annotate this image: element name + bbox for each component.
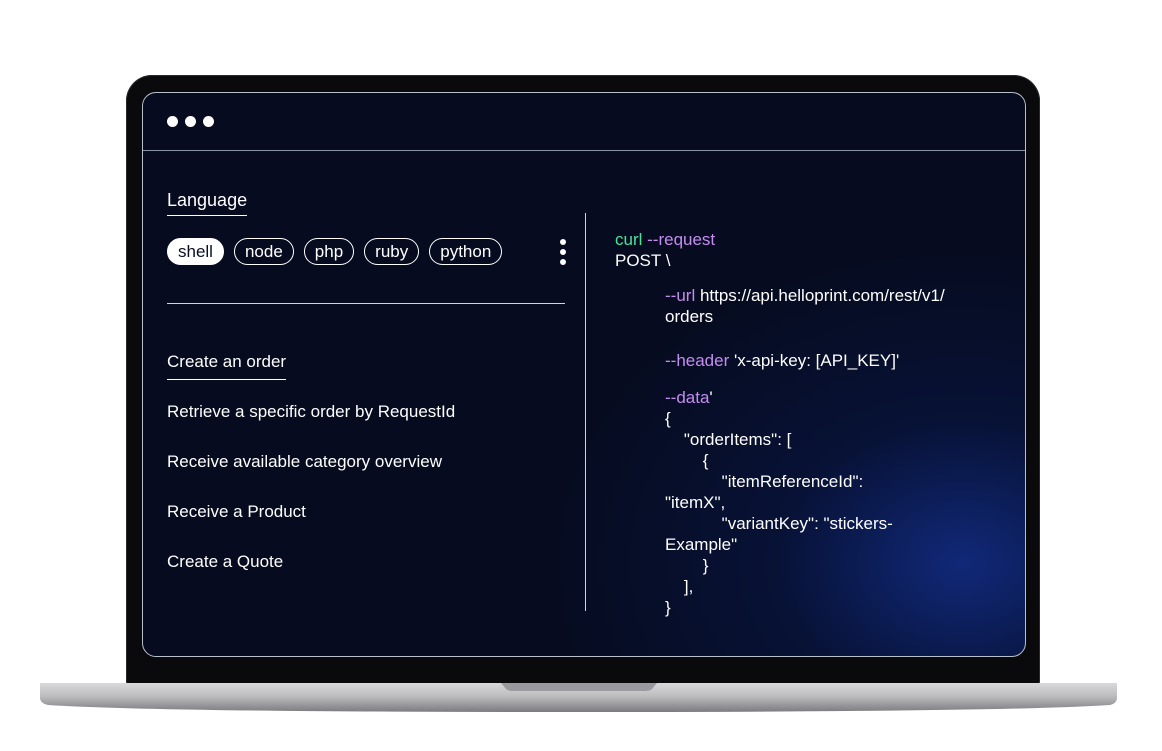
code-line: } [665,598,671,617]
code-gap [615,327,995,350]
code-flag: --header [665,351,730,370]
window-control-dot[interactable] [185,116,196,127]
panel-divider [585,213,586,611]
endpoint-label: Receive available category overview [167,452,442,471]
code-line: "itemX", [665,493,726,512]
code-command: curl [615,230,643,249]
code-flag: --data [665,388,710,407]
code-line: "variantKey": "stickers- [665,514,893,533]
laptop-mockup: Language shell node php ruby python Crea… [0,0,1162,751]
language-tab-ruby[interactable]: ruby [364,238,420,265]
code-line: --header 'x-api-key: [API_KEY]' [615,350,995,371]
section-divider [167,303,565,304]
code-flag: --request [642,230,716,249]
language-tab-shell[interactable]: shell [167,238,224,265]
code-gap [615,271,995,285]
window-control-dot[interactable] [167,116,178,127]
endpoint-label: Receive a Product [167,502,306,521]
endpoint-item-category-overview[interactable]: Receive available category overview [167,451,455,501]
language-tab-python[interactable]: python [429,238,503,265]
endpoint-label: Create an order [167,351,287,380]
code-line: curl --request [615,229,995,250]
code-value: ' [709,388,713,407]
endpoint-item-create-order[interactable]: Create an order [167,351,455,401]
language-tabs: shell node php ruby python [167,238,503,265]
code-gap [615,371,995,387]
code-value: https://api.helloprint.com/rest/v1/ [695,286,945,305]
code-line: Example" [665,535,738,554]
language-tab-php[interactable]: php [303,238,355,265]
code-flag: --url [665,286,696,305]
code-line: --url https://api.helloprint.com/rest/v1… [615,285,995,306]
app-window: Language shell node php ruby python Crea… [142,92,1026,657]
endpoint-item-create-quote[interactable]: Create a Quote [167,551,455,601]
code-line: { [665,451,709,470]
endpoint-label: Create a Quote [167,552,284,571]
code-line: } [665,556,709,575]
endpoint-label: Retrieve a specific order by RequestId [167,402,456,421]
endpoint-item-receive-product[interactable]: Receive a Product [167,501,455,551]
code-value: 'x-api-key: [API_KEY]' [729,351,900,370]
window-titlebar [143,93,1025,151]
code-line: ], [665,577,694,596]
endpoint-list: Create an order Retrieve a specific orde… [167,351,455,601]
language-tab-node[interactable]: node [233,238,294,265]
code-line: "orderItems": [ [665,430,792,449]
endpoint-item-retrieve-order[interactable]: Retrieve a specific order by RequestId [167,401,455,451]
window-control-dot[interactable] [203,116,214,127]
code-line: --data' [615,387,995,408]
language-heading: Language [167,190,248,216]
code-line: "itemReferenceId": [665,472,864,491]
code-line: POST \ [615,251,671,270]
code-line: orders [665,307,714,326]
more-vertical-icon[interactable] [558,239,568,267]
code-line: { [665,409,671,428]
code-sample: curl --request POST \ --url https://api.… [615,229,995,618]
